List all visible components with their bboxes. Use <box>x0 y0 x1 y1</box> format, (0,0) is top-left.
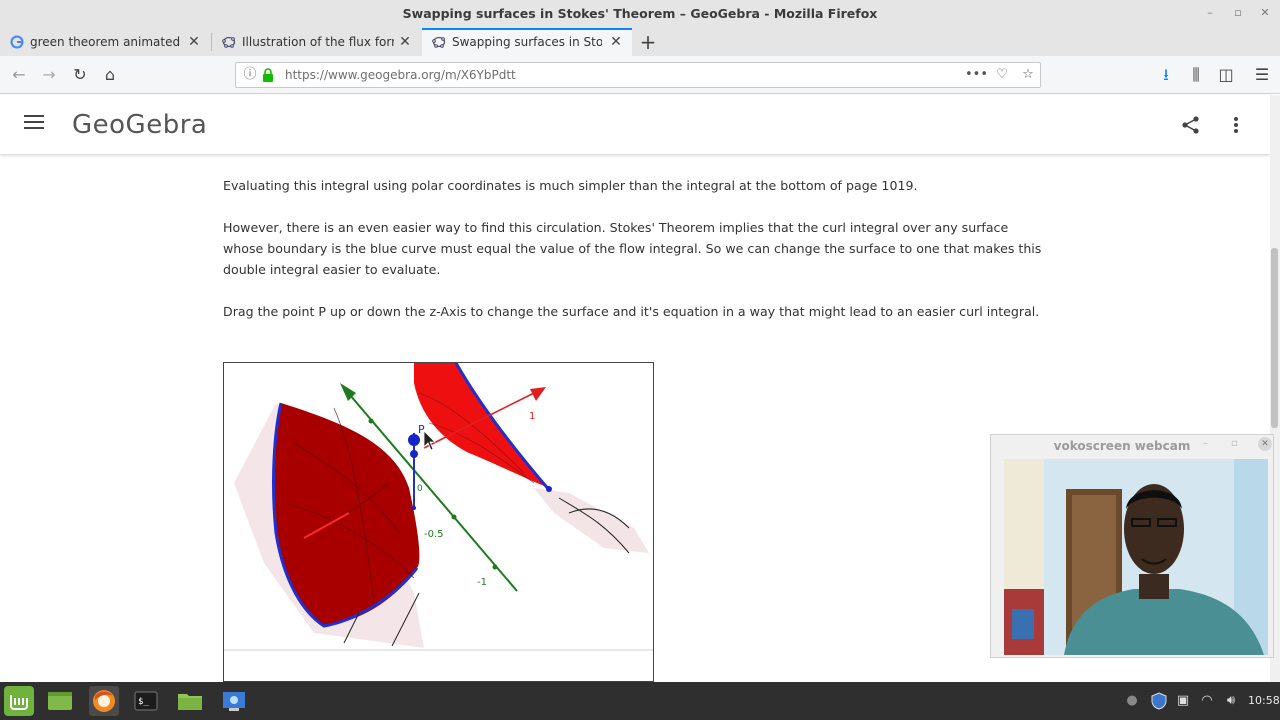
page-actions-icon[interactable]: ••• <box>965 62 988 88</box>
sidebar-icon[interactable]: ◫ <box>1216 56 1236 94</box>
3d-graphics-view[interactable]: 1 P 0 -0.5 -1 <box>224 363 654 682</box>
update-manager-icon[interactable]: ▣ <box>1174 682 1192 720</box>
tab-swapping-surfaces[interactable]: Swapping surfaces in Stokes' ✕ <box>422 28 632 56</box>
close-window-icon[interactable]: ✕ <box>1257 4 1273 22</box>
wifi-icon[interactable]: ◠ <box>1198 682 1216 720</box>
paragraph-stokes-line-2: whose boundary is the blue curve must eq… <box>223 241 1042 256</box>
tab-label: green theorem animated ge <box>30 35 180 49</box>
paragraph-stokes-line-1: However, there is an even easier way to … <box>223 220 1009 235</box>
hamburger-menu-icon[interactable] <box>24 115 44 131</box>
bookmark-star-icon[interactable]: ☆ <box>1018 62 1038 88</box>
library-icon[interactable]: ⫼ <box>1186 56 1206 94</box>
url-text[interactable]: https://www.geogebra.org/m/X6YbPdtt <box>285 62 516 88</box>
download-icon[interactable]: ⭳ <box>1156 56 1176 94</box>
green-axis-label-neg-half: -0.5 <box>424 529 444 540</box>
taskbar-clock[interactable]: 10:58 <box>1248 682 1280 720</box>
google-g-icon <box>10 35 24 49</box>
mint-menu-icon[interactable] <box>4 686 34 716</box>
geogebra-icon <box>432 36 446 48</box>
pale-surface-right <box>534 488 649 553</box>
reload-icon[interactable]: ↻ <box>69 56 91 94</box>
terminal-icon[interactable]: $_ <box>131 686 161 716</box>
geogebra-icon <box>222 36 236 48</box>
paragraph-drag-instructions: Drag the point P up or down the z-Axis t… <box>223 304 1040 319</box>
close-tab-icon[interactable]: ✕ <box>397 28 413 56</box>
menu-icon[interactable]: ☰ <box>1252 56 1272 94</box>
green-axis-tick <box>368 418 374 424</box>
firefox-taskbar-icon[interactable] <box>89 686 119 716</box>
green-axis-label-neg-one: -1 <box>477 577 487 588</box>
back-icon[interactable]: ← <box>8 56 30 94</box>
curve-endpoint <box>546 486 552 492</box>
tray-dot-icon[interactable]: ● <box>1124 682 1140 720</box>
svg-text:$_: $_ <box>138 697 149 707</box>
window-title: Swapping surfaces in Stokes' Theorem – G… <box>402 6 878 21</box>
pocket-icon[interactable]: ♡ <box>992 62 1012 88</box>
home-icon[interactable]: ⌂ <box>99 56 121 94</box>
shield-icon[interactable] <box>1150 682 1168 720</box>
red-axis-label: 1 <box>529 411 535 422</box>
geogebra-logo[interactable]: GeoGebra <box>72 105 207 145</box>
right-surface <box>414 363 549 488</box>
minimize-icon[interactable]: – <box>1202 4 1218 22</box>
share-icon[interactable] <box>1181 115 1201 135</box>
close-tab-icon[interactable]: ✕ <box>608 28 624 56</box>
paragraph-stokes-line-3: double integral easier to evaluate. <box>223 262 441 277</box>
forward-icon[interactable]: → <box>38 56 60 94</box>
webcam-minimize-icon[interactable]: – <box>1203 438 1215 449</box>
close-tab-icon[interactable]: ✕ <box>186 28 202 56</box>
geogebra-applet[interactable]: 1 P 0 -0.5 -1 <box>223 362 654 682</box>
tab-flux-form[interactable]: Illustration of the flux form of ✕ <box>212 28 420 56</box>
maximize-icon[interactable]: ▫ <box>1230 4 1246 22</box>
more-options-icon[interactable] <box>1232 115 1240 135</box>
scrollbar-thumb[interactable] <box>1271 248 1278 428</box>
file-manager-icon[interactable] <box>175 686 205 716</box>
paragraph-polar-coordinates: Evaluating this integral using polar coo… <box>223 178 918 193</box>
info-icon[interactable]: ⓘ <box>242 62 258 88</box>
tab-google-search[interactable]: green theorem animated ge ✕ <box>0 28 210 56</box>
lock-icon[interactable] <box>262 68 274 82</box>
webcam-video-feed <box>1004 459 1268 655</box>
volume-icon[interactable]: 🔊︎ <box>1222 682 1240 720</box>
new-tab-button[interactable]: + <box>638 28 658 56</box>
tab-label: Swapping surfaces in Stokes' <box>452 35 602 49</box>
show-desktop-icon[interactable] <box>45 686 75 716</box>
green-axis-tick <box>451 514 457 520</box>
green-axis-tick <box>492 564 498 570</box>
vokoscreen-taskbar-icon[interactable] <box>219 686 249 716</box>
origin-label: 0 <box>417 484 423 494</box>
tab-label: Illustration of the flux form of <box>242 35 394 49</box>
point-marker <box>412 506 416 510</box>
point-marker <box>410 450 418 458</box>
webcam-maximize-icon[interactable]: ▫ <box>1231 438 1243 449</box>
webcam-close-icon[interactable]: ✕ <box>1258 437 1272 451</box>
